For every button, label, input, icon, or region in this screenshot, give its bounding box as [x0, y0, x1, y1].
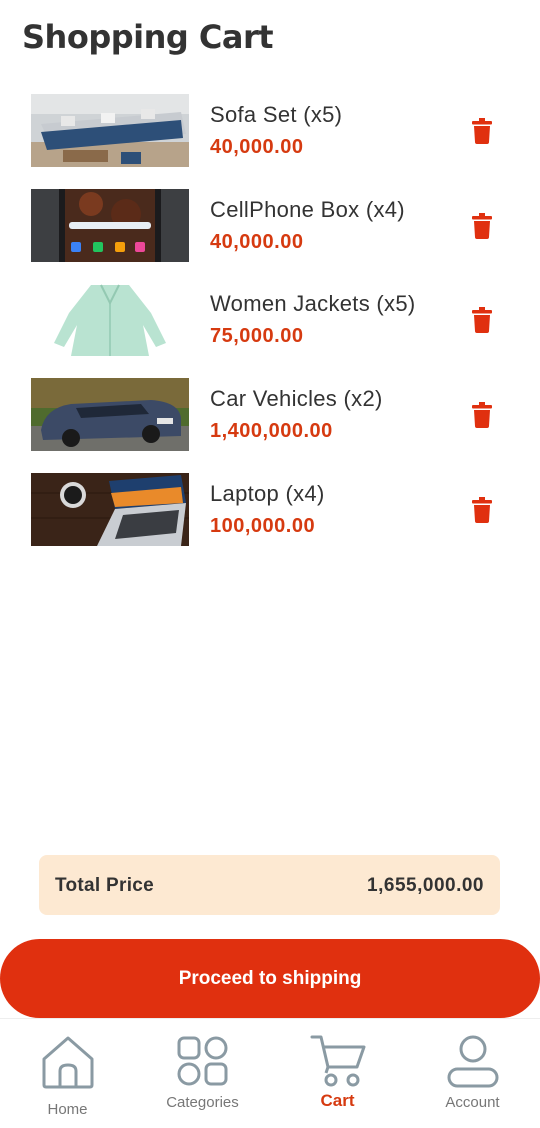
cart-list: Sofa Set (x5) 40,000.00 CellPhone Box (x… — [0, 94, 540, 567]
home-icon — [42, 1036, 93, 1089]
trash-icon — [472, 496, 492, 523]
delete-button[interactable] — [467, 400, 497, 430]
item-name: Car Vehicles (x2) — [210, 386, 383, 412]
cart-item[interactable]: Sofa Set (x5) 40,000.00 — [0, 94, 540, 189]
nav-item-home[interactable]: Home — [0, 1019, 135, 1128]
cart-item[interactable]: CellPhone Box (x4) 40,000.00 — [0, 188, 540, 284]
delete-button[interactable] — [467, 495, 497, 525]
nav-item-cart[interactable]: Cart — [270, 1019, 405, 1128]
total-price-value: 1,655,000.00 — [367, 875, 484, 896]
proceed-to-shipping-button[interactable]: Proceed to shipping — [0, 939, 540, 1018]
women-jacket-image — [31, 283, 189, 357]
nav-item-categories[interactable]: Categories — [135, 1019, 270, 1128]
item-price: 1,400,000.00 — [210, 420, 333, 443]
item-name: Laptop (x4) — [210, 480, 325, 506]
item-price: 75,000.00 — [210, 325, 304, 348]
bottom-navigation: Home Categories Cart Account — [0, 1018, 540, 1128]
item-name: Sofa Set (x5) — [210, 102, 343, 127]
item-price: 40,000.00 — [210, 136, 304, 158]
trash-icon — [472, 118, 492, 144]
nav-item-account[interactable]: Account — [405, 1019, 540, 1128]
cart-item[interactable]: Women Jackets (x5) 75,000.00 — [0, 283, 540, 378]
page-title: Shopping Cart — [22, 18, 274, 56]
account-icon — [447, 1035, 498, 1088]
nav-label-cart: Cart — [320, 1091, 355, 1110]
trash-icon — [472, 307, 492, 334]
delete-button[interactable] — [467, 211, 497, 241]
cart-icon — [310, 1035, 365, 1087]
cellphone-image — [31, 188, 189, 262]
total-price-summary: Total Price 1,655,000.00 — [39, 855, 500, 915]
nav-label-categories: Categories — [166, 1094, 239, 1111]
cart-item[interactable]: Car Vehicles (x2) 1,400,000.00 — [0, 378, 540, 473]
total-price-label: Total Price — [55, 875, 155, 896]
item-name: CellPhone Box (x4) — [210, 196, 405, 222]
delete-button[interactable] — [467, 305, 497, 335]
item-price: 100,000.00 — [210, 514, 316, 537]
nav-label-account: Account — [445, 1094, 500, 1111]
trash-icon — [472, 402, 492, 429]
delete-button[interactable] — [467, 116, 497, 146]
trash-icon — [472, 212, 492, 239]
nav-label-home: Home — [47, 1101, 88, 1118]
laptop-image — [31, 472, 189, 546]
item-name: Women Jackets (x5) — [210, 291, 416, 317]
categories-icon — [177, 1036, 227, 1086]
car-image — [31, 378, 189, 452]
cart-item[interactable]: Laptop (x4) 100,000.00 — [0, 472, 540, 568]
sofa-set-image — [31, 94, 189, 167]
item-price: 40,000.00 — [210, 230, 304, 253]
